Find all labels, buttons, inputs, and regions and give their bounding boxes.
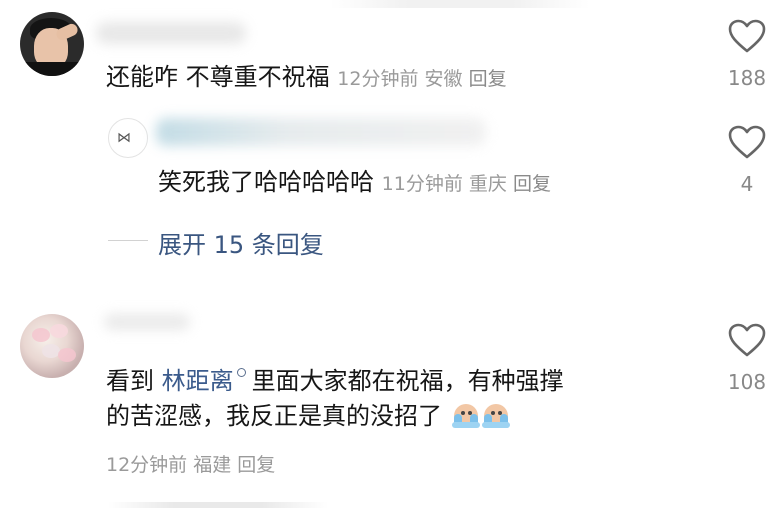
comment-body: 还能咋 不尊重不祝福	[106, 63, 330, 91]
reply-button[interactable]: 回复	[513, 173, 551, 195]
reply-button[interactable]: 回复	[237, 454, 275, 476]
heart-outline-icon	[728, 19, 766, 53]
heart-outline-icon	[728, 323, 766, 357]
search-icon	[236, 368, 246, 377]
comment-time: 11分钟前	[381, 173, 463, 195]
like-count: 108	[727, 370, 767, 394]
comment-body-suffix: 里面大家都在祝福，有种强撑	[251, 367, 564, 395]
avatar[interactable]	[20, 314, 84, 378]
like-button[interactable]	[725, 18, 769, 54]
heart-outline-icon	[728, 125, 766, 159]
comment-body-prefix: 看到	[106, 367, 154, 395]
like-count: 4	[740, 172, 754, 196]
comment-text: 还能咋 不尊重不祝福 12分钟前 安徽 回复	[106, 62, 507, 94]
comment-text-line: 看到 林距离 里面大家都在祝福，有种强撑	[106, 366, 564, 396]
username-blurred[interactable]	[156, 118, 486, 146]
avatar[interactable]	[20, 12, 84, 76]
comment-location: 安徽	[424, 68, 463, 90]
comment-time: 12分钟前	[337, 68, 419, 90]
comment-location: 福建	[193, 454, 232, 476]
like-button[interactable]	[725, 124, 769, 160]
bow-icon: ⋈	[117, 130, 131, 146]
crying-emoji-icon	[481, 402, 510, 428]
bottom-divider	[108, 502, 328, 508]
like-button[interactable]	[725, 322, 769, 358]
expand-replies-button[interactable]: 展开 15 条回复	[158, 225, 324, 260]
comment-body: 笑死我了哈哈哈哈哈	[158, 168, 374, 196]
username-blurred[interactable]	[96, 22, 246, 44]
top-divider	[330, 0, 590, 8]
comment-location: 重庆	[468, 173, 507, 195]
reply-button[interactable]: 回复	[469, 68, 507, 90]
avatar[interactable]: ⋈	[108, 118, 148, 158]
mention-link[interactable]: 林距离	[162, 367, 234, 395]
comment-body-line2: 的苦涩感，我反正是真的没招了	[106, 402, 442, 430]
comment-time: 12分钟前	[106, 454, 188, 476]
like-count: 188	[727, 66, 767, 90]
username-blurred[interactable]	[104, 314, 190, 330]
comment-text-line: 的苦涩感，我反正是真的没招了	[106, 401, 510, 431]
crying-emoji-icon	[451, 402, 480, 428]
comment-text: 笑死我了哈哈哈哈哈 11分钟前 重庆 回复	[158, 167, 551, 199]
comment-meta: 12分钟前 福建 回复	[106, 450, 275, 477]
expand-divider	[108, 240, 148, 241]
